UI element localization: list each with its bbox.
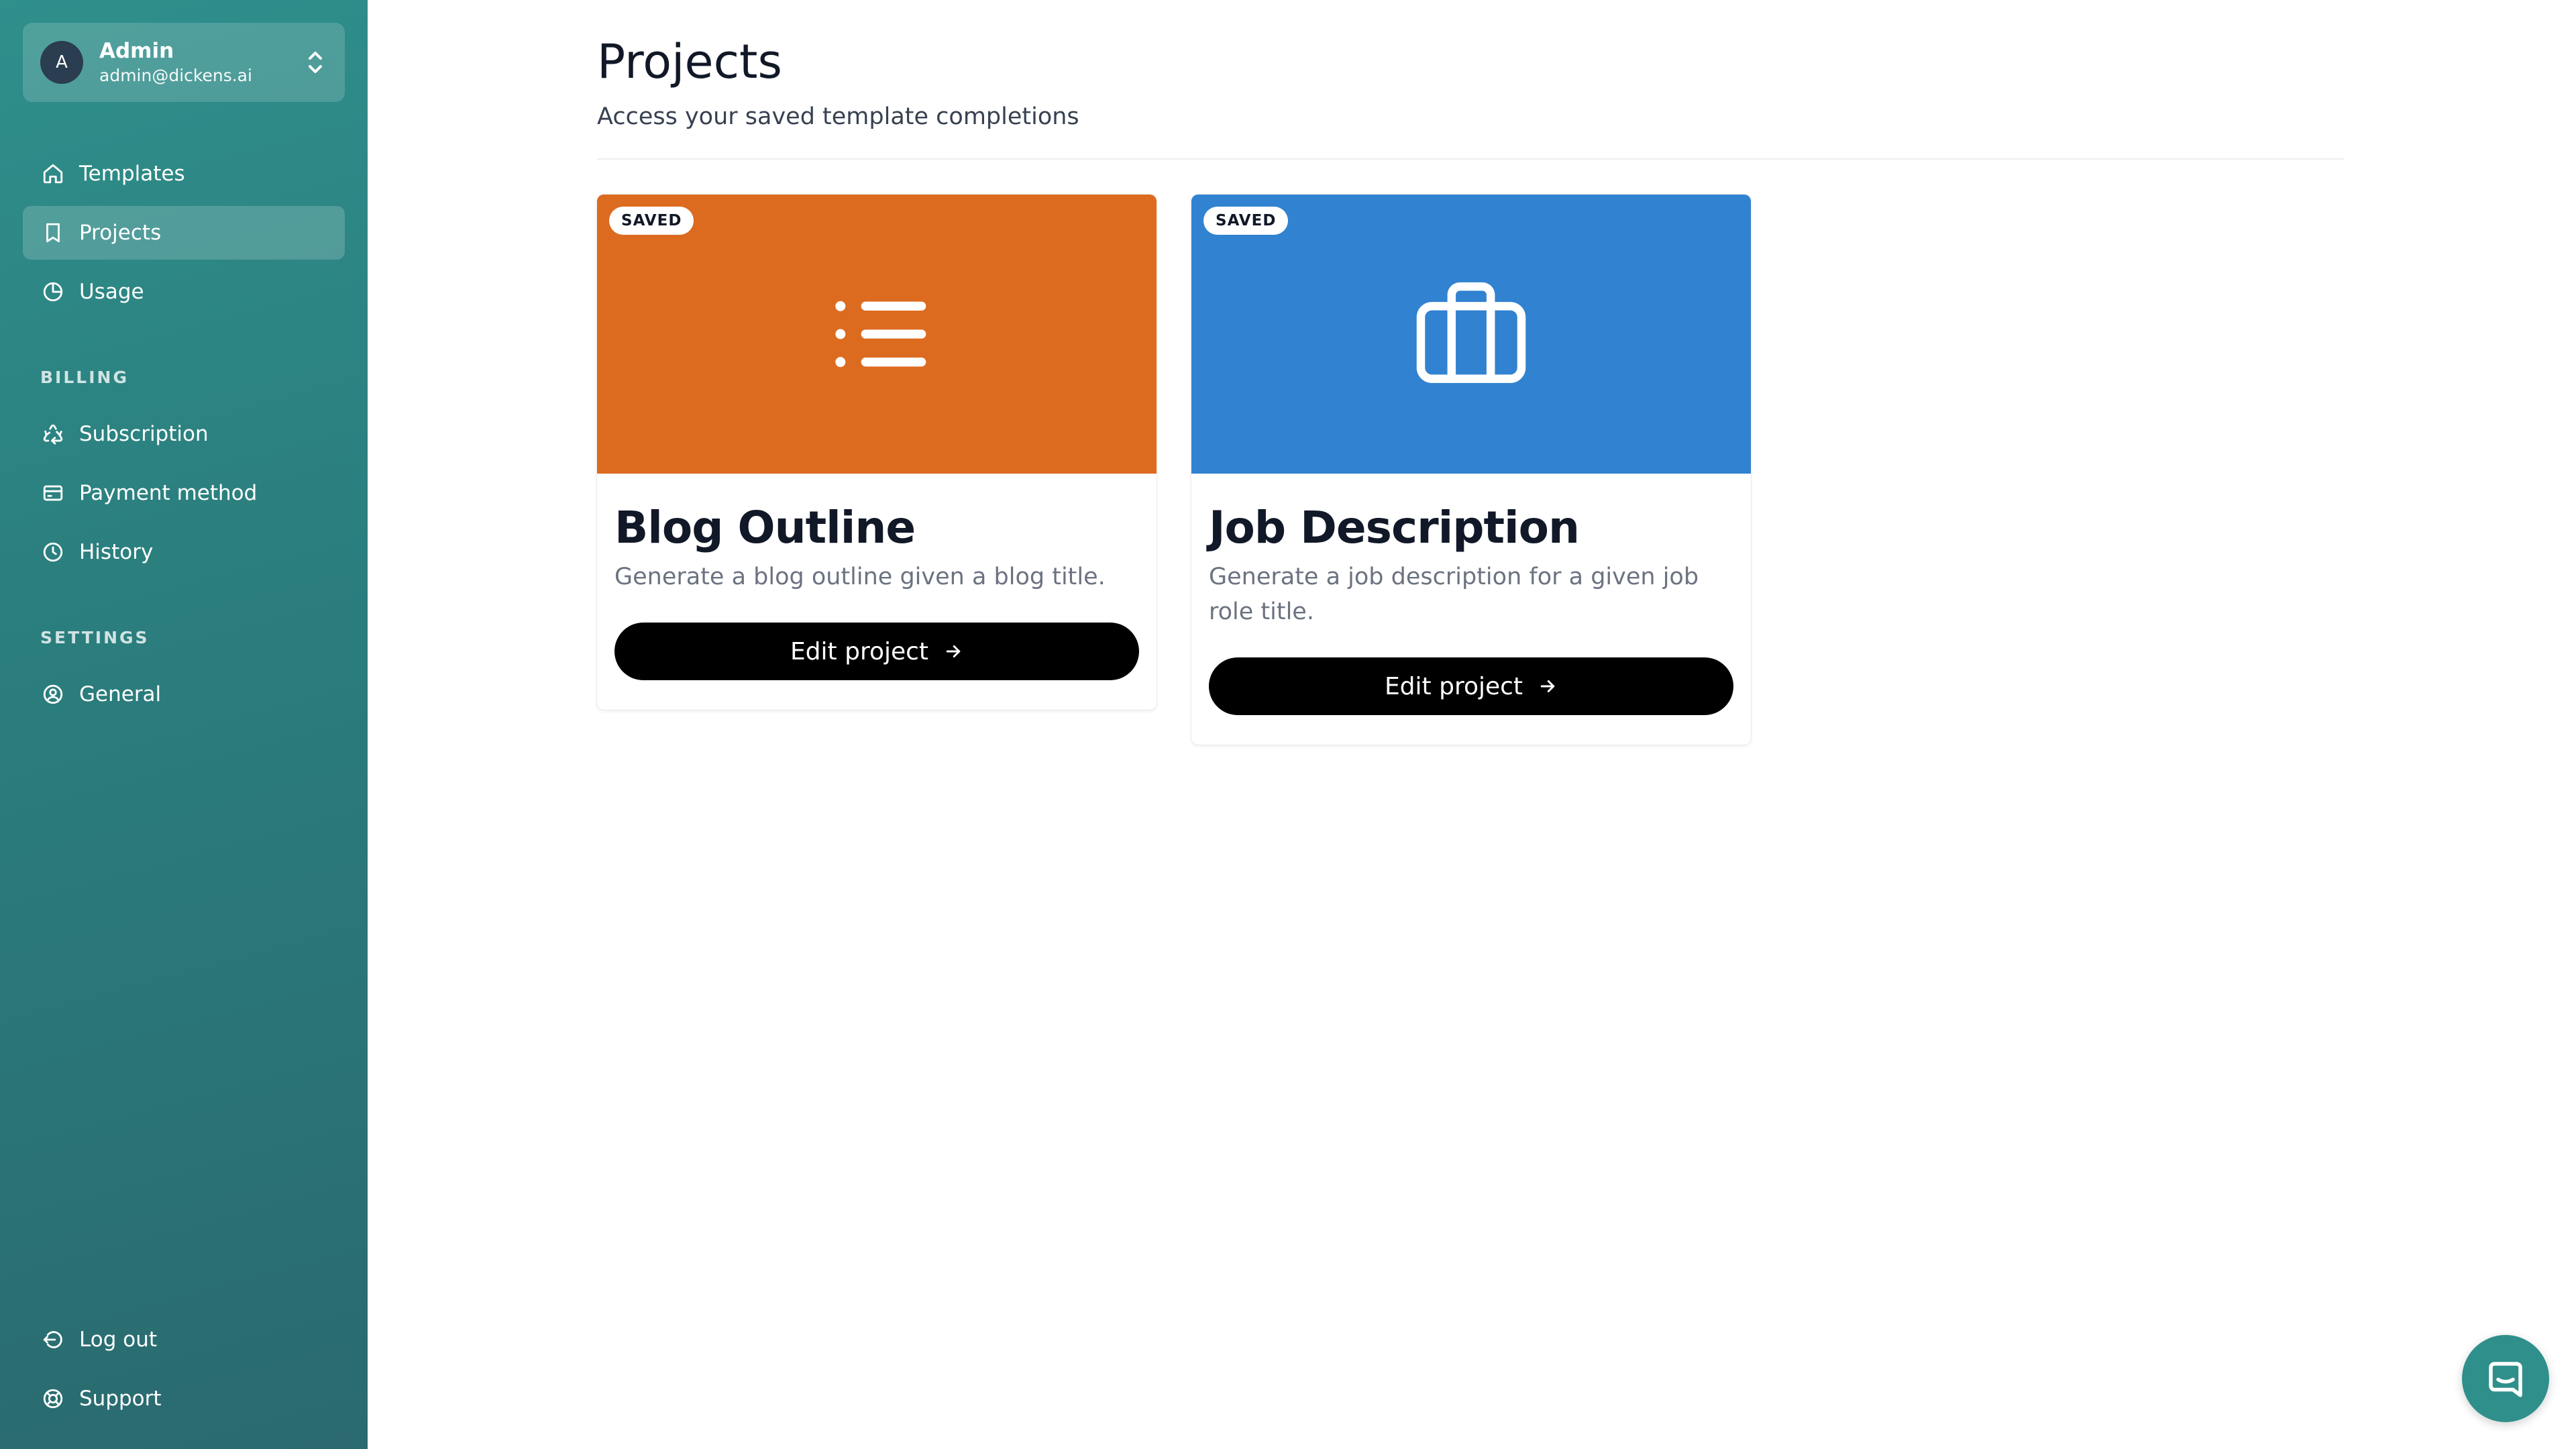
sidebar-item-subscription[interactable]: Subscription — [23, 407, 345, 461]
account-name: Admin — [99, 39, 174, 63]
card-body: Job Description Generate a job descripti… — [1191, 474, 1751, 745]
life-buoy-icon — [42, 1387, 64, 1410]
pie-chart-icon — [42, 280, 64, 303]
button-label: Edit project — [1384, 672, 1523, 700]
list-icon — [835, 301, 926, 368]
card-description: Generate a job description for a given j… — [1209, 564, 1699, 625]
project-card-job-description: SAVED Job Description Generate a job des… — [1191, 195, 1751, 745]
credit-card-icon — [42, 482, 64, 504]
clock-icon — [42, 541, 64, 564]
account-switcher[interactable]: A Admin admin@dickens.ai — [23, 23, 345, 102]
edit-project-button[interactable]: Edit project — [614, 623, 1139, 680]
user-circle-icon — [42, 683, 64, 706]
sidebar-item-history[interactable]: History — [23, 525, 345, 579]
divider — [597, 158, 2344, 160]
saved-badge: SAVED — [1203, 207, 1289, 235]
project-card-blog-outline: SAVED Blog Outline Generate a blog outli… — [597, 195, 1157, 710]
avatar: A — [40, 41, 83, 84]
sidebar-item-log-out[interactable]: Log out — [23, 1313, 345, 1366]
sidebar-item-label: Subscription — [79, 422, 209, 446]
sidebar-item-label: History — [79, 540, 154, 564]
card-banner: SAVED — [1191, 195, 1751, 474]
sidebar-item-label: Support — [79, 1387, 162, 1411]
card-description: Generate a blog outline given a blog tit… — [614, 564, 1106, 590]
card-banner: SAVED — [597, 195, 1157, 474]
sidebar-item-label: Usage — [79, 280, 144, 304]
edit-project-button[interactable]: Edit project — [1209, 657, 1733, 715]
app: A Admin admin@dickens.ai Templates Proje… — [0, 0, 2576, 1449]
sidebar-item-templates[interactable]: Templates — [23, 147, 345, 201]
sidebar-item-label: Log out — [79, 1328, 157, 1352]
chat-icon — [2489, 1362, 2522, 1397]
sidebar-item-label: Payment method — [79, 481, 258, 505]
account-info: Admin admin@dickens.ai — [99, 38, 306, 87]
briefcase-icon — [1416, 282, 1526, 383]
sidebar-item-support[interactable]: Support — [23, 1372, 345, 1426]
arrow-right-icon — [1540, 680, 1555, 692]
sidebar-item-label: Templates — [79, 162, 185, 186]
page-subtitle: Access your saved template completions — [597, 103, 1079, 130]
card-body: Blog Outline Generate a blog outline giv… — [597, 474, 1157, 710]
sidebar-item-general[interactable]: General — [23, 667, 345, 721]
card-title: Job Description — [1209, 502, 1580, 553]
sidebar-item-projects[interactable]: Projects — [23, 206, 345, 260]
account-email: admin@dickens.ai — [99, 66, 252, 85]
arrow-right-icon — [946, 645, 961, 657]
chat-launcher-button[interactable] — [2462, 1335, 2549, 1422]
saved-badge: SAVED — [609, 207, 694, 235]
home-icon — [42, 162, 64, 185]
bookmark-icon — [42, 221, 64, 244]
sidebar-item-label: Projects — [79, 221, 162, 245]
sidebar-item-usage[interactable]: Usage — [23, 265, 345, 319]
sidebar-item-payment-method[interactable]: Payment method — [23, 466, 345, 520]
sidebar: A Admin admin@dickens.ai Templates Proje… — [0, 0, 368, 1449]
recycle-icon — [42, 423, 64, 445]
section-label-billing: BILLING — [40, 368, 129, 387]
sidebar-item-label: General — [79, 682, 162, 706]
main-content: Projects Access your saved template comp… — [368, 0, 2576, 1449]
log-out-icon — [42, 1328, 64, 1351]
section-label-settings: SETTINGS — [40, 628, 150, 647]
page-title: Projects — [597, 34, 782, 89]
button-label: Edit project — [790, 637, 929, 665]
chevron-up-down-icon — [309, 52, 322, 73]
card-title: Blog Outline — [614, 502, 916, 553]
